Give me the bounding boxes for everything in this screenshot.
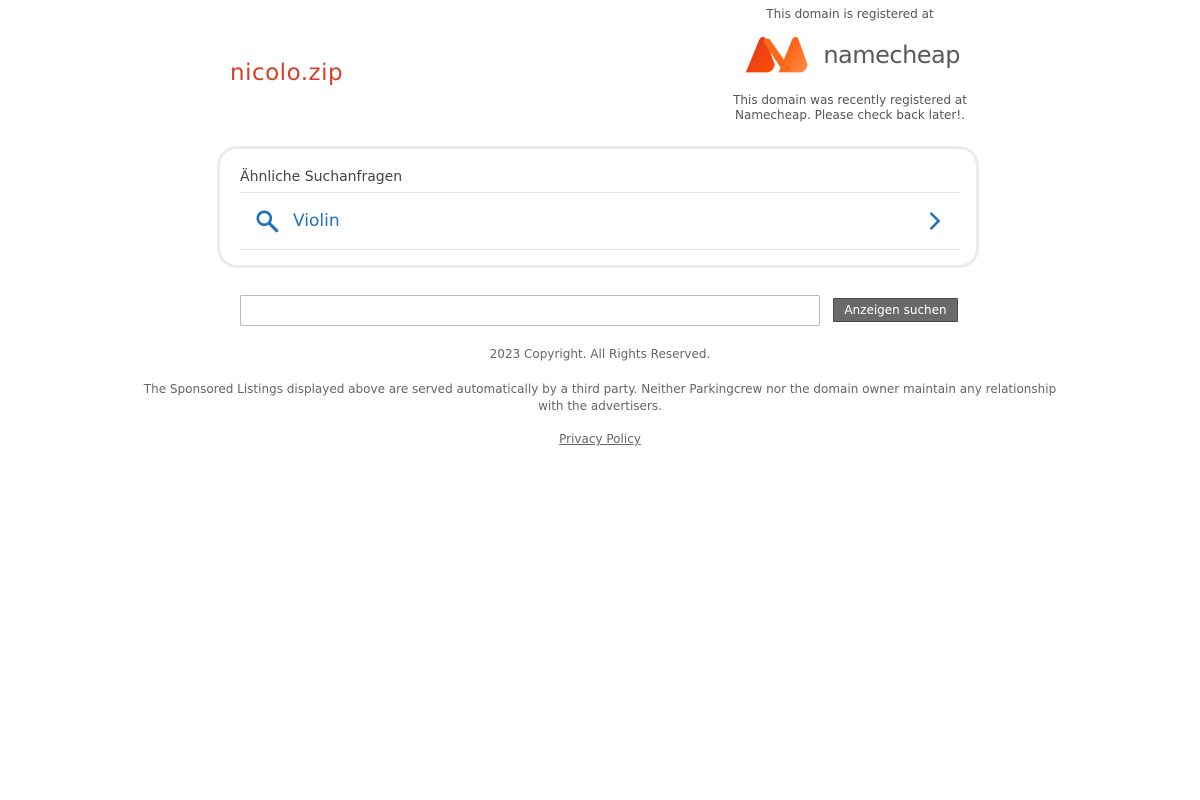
privacy-policy-container: Privacy Policy bbox=[0, 432, 1200, 446]
domain-name-title: nicolo.zip bbox=[230, 60, 344, 86]
related-searches-box: Ähnliche Suchanfragen Violin bbox=[217, 146, 979, 268]
search-input[interactable] bbox=[240, 295, 820, 326]
namecheap-logo[interactable]: namecheap bbox=[740, 33, 960, 77]
chevron-right-icon bbox=[930, 212, 940, 230]
registrar-top-text: This domain is registered at bbox=[766, 7, 934, 21]
parking-page: nicolo.zip This domain is registered at bbox=[0, 0, 1200, 800]
ad-search-form: Anzeigen suchen bbox=[240, 295, 960, 326]
related-search-item[interactable]: Violin bbox=[240, 193, 960, 249]
disclaimer-text: The Sponsored Listings displayed above a… bbox=[143, 382, 1057, 413]
logo-wordmark: namecheap bbox=[823, 41, 960, 69]
privacy-policy-link[interactable]: Privacy Policy bbox=[559, 432, 641, 446]
copyright-text: 2023 Copyright. All Rights Reserved. bbox=[489, 347, 711, 361]
search-icon bbox=[256, 210, 279, 233]
search-ads-button[interactable]: Anzeigen suchen bbox=[833, 298, 958, 322]
registrar-bottom-line1: This domain was recently registered at bbox=[733, 93, 967, 107]
registrar-bottom-text: This domain was recently registered at N… bbox=[720, 93, 980, 123]
namecheap-logo-icon bbox=[745, 36, 808, 73]
related-search-label: Violin bbox=[293, 211, 340, 231]
registrar-bottom-line2: Namecheap. Please check back later!. bbox=[735, 108, 965, 122]
related-searches-list: Violin bbox=[240, 192, 960, 250]
related-searches-heading: Ähnliche Suchanfragen bbox=[240, 169, 403, 185]
registrar-panel: This domain is registered at namecheap T… bbox=[720, 7, 980, 123]
